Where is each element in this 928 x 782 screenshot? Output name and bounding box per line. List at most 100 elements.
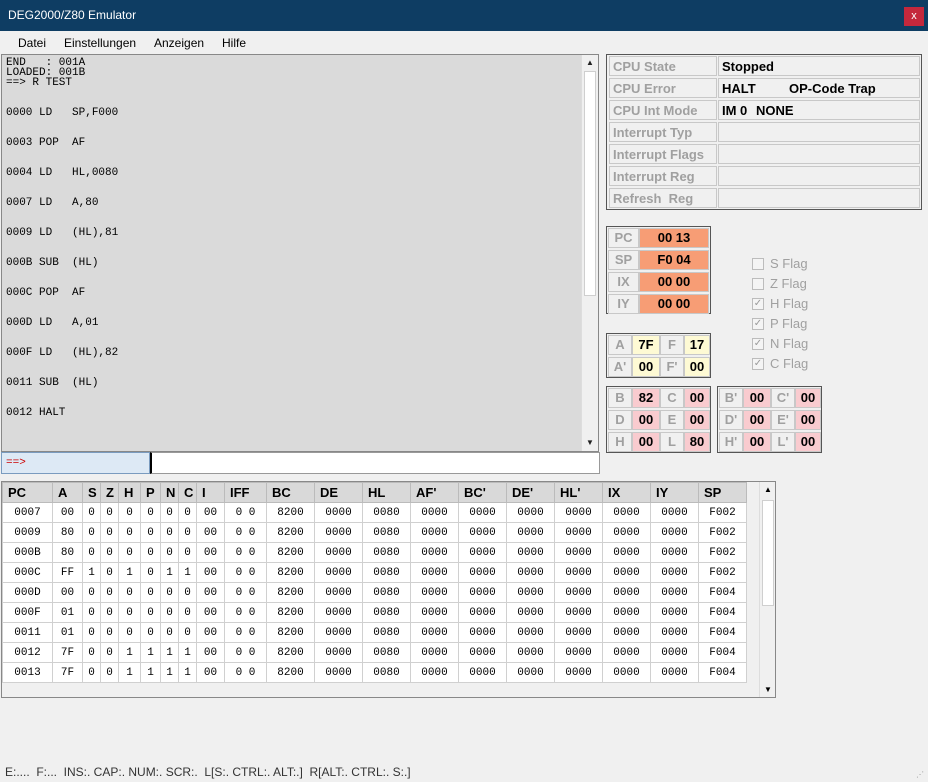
trace-column-header[interactable]: HL': [554, 482, 603, 503]
trace-cell: 0000: [650, 562, 699, 583]
reg16-panel: PC 00 13 SP F0 04 IX 00 00 IY 00 00: [606, 226, 711, 314]
trace-cell: 0000: [602, 582, 651, 603]
checkbox-icon[interactable]: [752, 278, 764, 290]
trace-cell: 0000: [410, 622, 459, 643]
scroll-down-icon[interactable]: ▼: [763, 685, 773, 694]
scroll-up-icon[interactable]: ▲: [763, 485, 773, 494]
trace-cell: 0: [100, 582, 119, 603]
menu-hilfe[interactable]: Hilfe: [222, 36, 246, 50]
trace-column-header[interactable]: BC: [266, 482, 315, 503]
reg-f-alt-value[interactable]: 00: [684, 357, 710, 377]
trace-column-header[interactable]: AF': [410, 482, 459, 503]
trace-column-header[interactable]: C: [178, 482, 197, 503]
checkbox-checked-icon[interactable]: ✓: [752, 318, 764, 330]
resize-grip-icon[interactable]: ⋰: [916, 770, 926, 780]
reg-sp-value[interactable]: F0 04: [639, 250, 709, 270]
checkbox-icon[interactable]: [752, 258, 764, 270]
trace-row[interactable]: 000F 01 0 0 0 0 0 0 00 0 0 8200 0000 0080 0000 0000 000…: [2, 602, 747, 623]
reg-h-value[interactable]: 00: [632, 432, 660, 452]
command-input[interactable]: [150, 452, 600, 474]
reg-iy-label: IY: [608, 294, 639, 314]
trace-row[interactable]: 0007 00 0 0 0 0 0 0 00 0 0 8200 0000 0080 0000 0000 000…: [2, 502, 747, 523]
reg-a-value[interactable]: 7F: [632, 335, 660, 355]
trace-row[interactable]: 000C FF 1 0 1 0 1 1 00 0 0 8200 0000 0080 0000 0000 000…: [2, 562, 747, 583]
reg-e-value[interactable]: 00: [684, 410, 710, 430]
trace-cell: 00: [52, 502, 83, 523]
cpu-int-mode-row: CPU Int Mode IM 0 NONE: [609, 100, 920, 120]
interrupt-flags-label: Interrupt Flags: [609, 144, 717, 164]
trace-cell: 0000: [458, 642, 507, 663]
scroll-down-icon[interactable]: ▼: [585, 438, 595, 448]
trace-column-header[interactable]: P: [140, 482, 161, 503]
trace-cell: 00: [196, 502, 225, 523]
reg-c-alt-value[interactable]: 00: [795, 388, 821, 408]
reg-l-alt-value[interactable]: 00: [795, 432, 821, 452]
trace-column-header[interactable]: I: [196, 482, 225, 503]
scroll-thumb[interactable]: [584, 71, 596, 296]
menu-datei[interactable]: Datei: [18, 36, 46, 50]
trace-cell: 0: [118, 622, 141, 643]
trace-cell: 0000: [554, 522, 603, 543]
trace-row[interactable]: 0011 01 0 0 0 0 0 0 00 0 0 8200 0000 0080 0000 0000 000…: [2, 622, 747, 643]
trace-cell: 0000: [602, 542, 651, 563]
trace-column-header[interactable]: HL: [362, 482, 411, 503]
trace-cell: 8200: [266, 582, 315, 603]
reg-b-value[interactable]: 82: [632, 388, 660, 408]
trace-cell: 0000: [650, 642, 699, 663]
console-line: 000D LD A,01: [6, 317, 99, 329]
trace-column-header[interactable]: Z: [100, 482, 119, 503]
trace-column-header[interactable]: S: [82, 482, 101, 503]
trace-row[interactable]: 000D 00 0 0 0 0 0 0 00 0 0 8200 0000 0080 0000 0000 000…: [2, 582, 747, 603]
scroll-thumb[interactable]: [762, 500, 774, 606]
trace-column-header[interactable]: H: [118, 482, 141, 503]
reg-d-alt-value[interactable]: 00: [743, 410, 771, 430]
checkbox-checked-icon[interactable]: ✓: [752, 358, 764, 370]
reg-a-alt-value[interactable]: 00: [632, 357, 660, 377]
reg-iy-value[interactable]: 00 00: [639, 294, 709, 314]
console-line: 0003 POP AF: [6, 137, 86, 149]
trace-column-header[interactable]: DE: [314, 482, 363, 503]
reg-c-value[interactable]: 00: [684, 388, 710, 408]
reg-f-value[interactable]: 17: [684, 335, 710, 355]
reg-e-alt-value[interactable]: 00: [795, 410, 821, 430]
trace-cell: 0: [100, 542, 119, 563]
trace-cell: 0: [100, 562, 119, 583]
trace-scrollbar[interactable]: ▲ ▼: [759, 482, 775, 697]
console-scrollbar[interactable]: ▲ ▼: [581, 55, 598, 451]
reg-h-label: H: [608, 432, 632, 452]
trace-cell: 0000: [650, 502, 699, 523]
trace-column-header[interactable]: IY: [650, 482, 699, 503]
trace-row[interactable]: 0013 7F 0 0 1 1 1 1 00 0 0 8200 0000 0080 0000 0000 000…: [2, 662, 747, 683]
checkbox-checked-icon[interactable]: ✓: [752, 298, 764, 310]
reg-pc-value[interactable]: 00 13: [639, 228, 709, 248]
trace-column-header[interactable]: DE': [506, 482, 555, 503]
reg-b-alt-value[interactable]: 00: [743, 388, 771, 408]
trace-column-header[interactable]: A: [52, 482, 83, 503]
trace-column-header[interactable]: BC': [458, 482, 507, 503]
trace-column-header[interactable]: IX: [602, 482, 651, 503]
scroll-up-icon[interactable]: ▲: [585, 58, 595, 68]
trace-table[interactable]: PC A S Z H P N C I IFF BC DE HL AF' BC' DE' HL' IX IY SP 00…: [1, 481, 776, 698]
trace-cell: 7F: [52, 642, 83, 663]
trace-row[interactable]: 0012 7F 0 0 1 1 1 1 00 0 0 8200 0000 0080 0000 0000 000…: [2, 642, 747, 663]
reg-ix-value[interactable]: 00 00: [639, 272, 709, 292]
trace-cell: 0: [160, 602, 179, 623]
reg-d-value[interactable]: 00: [632, 410, 660, 430]
trace-column-header[interactable]: IFF: [224, 482, 267, 503]
trace-cell: 0000: [458, 602, 507, 623]
console-output[interactable]: END : 001A LOADED: 001B ==> R TEST 0000 LD …: [1, 54, 599, 452]
close-button[interactable]: x: [904, 7, 924, 26]
reg-h-alt-value[interactable]: 00: [743, 432, 771, 452]
trace-cell: 0000: [650, 662, 699, 683]
menu-einstellungen[interactable]: Einstellungen: [64, 36, 136, 50]
trace-column-header[interactable]: SP: [698, 482, 747, 503]
reg-l-value[interactable]: 80: [684, 432, 710, 452]
reg-c-label: C: [660, 388, 684, 408]
trace-column-header[interactable]: N: [160, 482, 179, 503]
trace-row[interactable]: 000B 80 0 0 0 0 0 0 00 0 0 8200 0000 0080 0000 0000 000…: [2, 542, 747, 563]
checkbox-checked-icon[interactable]: ✓: [752, 338, 764, 350]
menu-anzeigen[interactable]: Anzeigen: [154, 36, 204, 50]
trace-row[interactable]: 0009 80 0 0 0 0 0 0 00 0 0 8200 0000 0080 0000 0000 000…: [2, 522, 747, 543]
trace-cell: 8200: [266, 502, 315, 523]
trace-column-header[interactable]: PC: [2, 482, 53, 503]
